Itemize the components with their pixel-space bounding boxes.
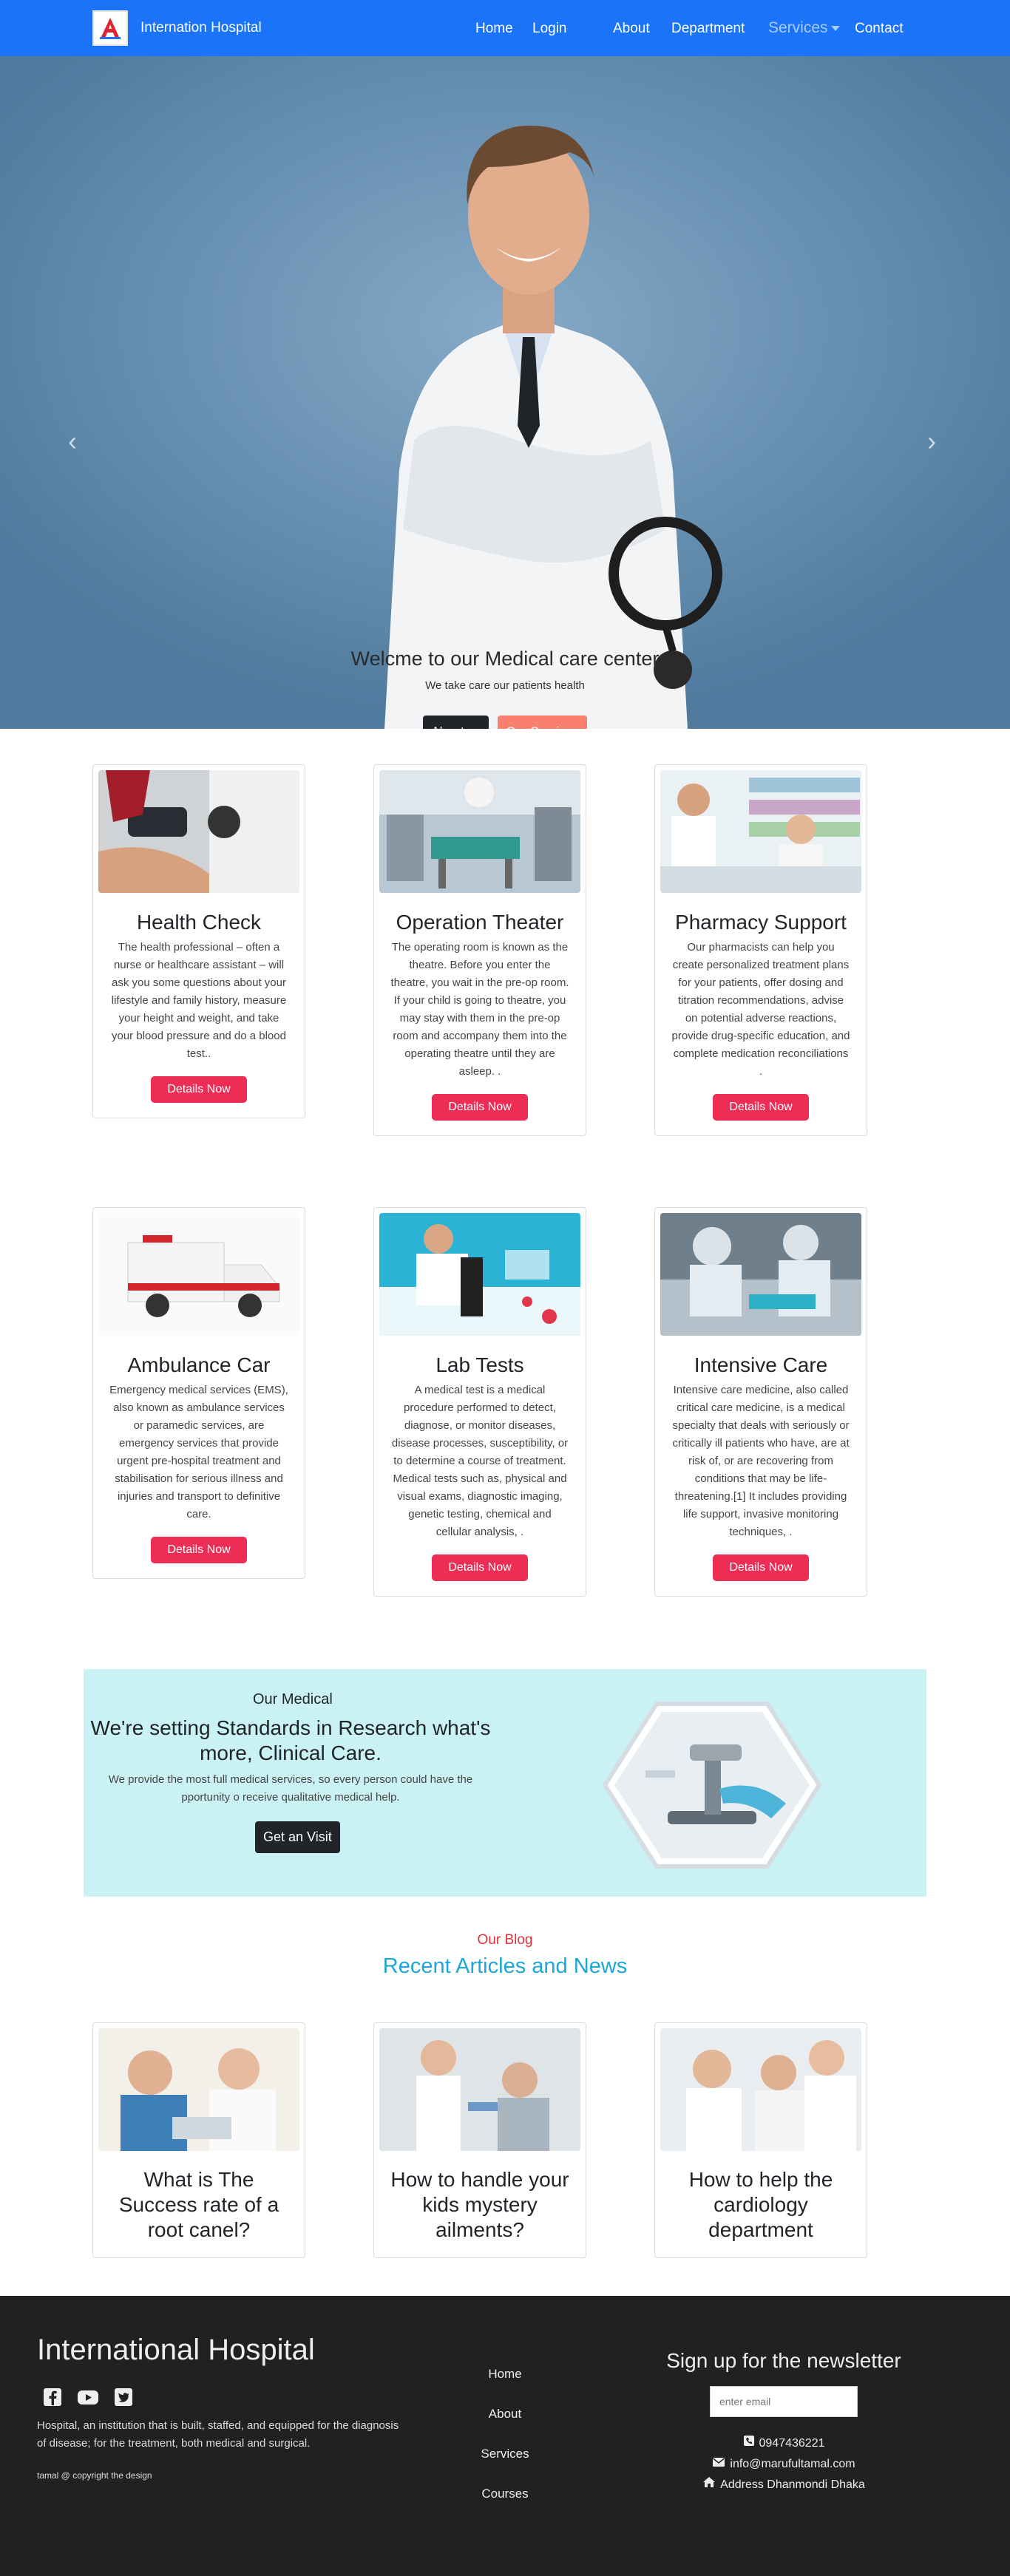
home-icon bbox=[702, 2475, 716, 2495]
health-check-image bbox=[98, 770, 299, 893]
service-title: Intensive Care bbox=[694, 1353, 828, 1376]
nav-services-dropdown[interactable]: Services bbox=[768, 19, 840, 37]
footer-copyright: tamal @ copyright the design bbox=[37, 2470, 152, 2481]
blog-image-kids bbox=[379, 2028, 580, 2151]
ambulance-image bbox=[98, 1213, 299, 1336]
blog-kicker: Our Blog bbox=[477, 1932, 533, 1948]
brand-name: Internation Hospital bbox=[140, 20, 262, 35]
research-text: We provide the most full medical service… bbox=[108, 1773, 473, 1804]
microscope-hexagon-image bbox=[602, 1702, 822, 1869]
caret-down-icon bbox=[830, 25, 840, 31]
newsletter-email-input[interactable] bbox=[710, 2386, 858, 2417]
nav-services-label: Services bbox=[768, 19, 828, 36]
details-now-button[interactable]: Details Now bbox=[432, 1554, 528, 1581]
blog-card[interactable]: What is The Success rate of a root canel… bbox=[92, 2022, 305, 2258]
our-services-button[interactable]: Our Services bbox=[498, 716, 587, 729]
envelope-icon bbox=[712, 2454, 725, 2475]
service-card-health-check: Health Check The health professional – o… bbox=[92, 764, 305, 1118]
get-visit-button[interactable]: Get an Visit bbox=[255, 1821, 340, 1853]
service-title: Lab Tests bbox=[435, 1353, 524, 1376]
hero-subtitle: We take care our patients health bbox=[425, 679, 585, 692]
research-banner: Our Medical We're setting Standards in R… bbox=[84, 1669, 926, 1897]
operation-theater-image bbox=[379, 770, 580, 893]
blog-title-text: How to help the cardiology department bbox=[688, 2168, 833, 2241]
details-now-button[interactable]: Details Now bbox=[151, 1076, 247, 1103]
contact-phone: 0947436221 bbox=[759, 2437, 825, 2450]
about-us-button[interactable]: About us bbox=[423, 716, 489, 729]
details-now-button[interactable]: Details Now bbox=[151, 1537, 247, 1563]
blog-title-text: What is The Success rate of a root canel… bbox=[118, 2168, 279, 2241]
blog-card[interactable]: How to handle your kids mystery ailments… bbox=[373, 2022, 586, 2258]
newsletter: Sign up for the newsletter 0947436221 in… bbox=[662, 2349, 906, 2495]
service-card-lab-tests: Lab Tests A medical test is a medical pr… bbox=[373, 1207, 586, 1597]
contact-address: Address Dhanmondi Dhaka bbox=[720, 2478, 865, 2491]
nav-home[interactable]: Home bbox=[475, 21, 513, 37]
blog-image-dentist bbox=[98, 2028, 299, 2151]
blog-card[interactable]: How to help the cardiology department bbox=[654, 2022, 867, 2258]
navbar: Internation Hospital Home Login About De… bbox=[0, 0, 1010, 56]
pharmacy-support-image bbox=[660, 770, 861, 893]
doctor-hero-image bbox=[0, 56, 1010, 729]
footer: International Hospital Hospital, an inst… bbox=[0, 2296, 1010, 2576]
service-title: Pharmacy Support bbox=[675, 911, 847, 934]
service-text: Emergency medical services (EMS), also k… bbox=[109, 1384, 288, 1520]
hero-carousel: ‹ › Welcme to our Medical care center We… bbox=[0, 56, 1010, 729]
brand-link[interactable]: Internation Hospital bbox=[92, 10, 262, 46]
research-title: We're setting Standards in Research what… bbox=[90, 1716, 491, 1764]
blog-image-cardiology bbox=[660, 2028, 861, 2151]
service-text: A medical test is a medical procedure pe… bbox=[391, 1384, 569, 1538]
blog-title: Recent Articles and News bbox=[382, 1954, 628, 1978]
phone-icon bbox=[743, 2433, 755, 2454]
carousel-next-icon[interactable]: › bbox=[927, 426, 936, 457]
service-title: Ambulance Car bbox=[127, 1353, 271, 1376]
hero-title: Welcme to our Medical care center bbox=[350, 648, 660, 670]
hospital-logo-icon bbox=[92, 10, 128, 46]
service-card-pharmacy-support: Pharmacy Support Our pharmacists can hel… bbox=[654, 764, 867, 1136]
blog-title-text: How to handle your kids mystery ailments… bbox=[390, 2168, 569, 2241]
service-card-operation-theater: Operation Theater The operating room is … bbox=[373, 764, 586, 1136]
service-title: Operation Theater bbox=[396, 911, 564, 934]
hero-buttons: About us Our Services bbox=[0, 716, 1010, 729]
service-card-ambulance-car: Ambulance Car Emergency medical services… bbox=[92, 1207, 305, 1579]
details-now-button[interactable]: Details Now bbox=[713, 1554, 809, 1581]
contact-email: info@marufultamal.com bbox=[730, 2458, 855, 2470]
details-now-button[interactable]: Details Now bbox=[713, 1094, 809, 1121]
footer-title: International Hospital bbox=[37, 2334, 315, 2366]
nav-contact[interactable]: Contact bbox=[855, 21, 903, 37]
nav-about[interactable]: About bbox=[613, 21, 650, 37]
newsletter-title: Sign up for the newsletter bbox=[666, 2349, 901, 2372]
service-text: Our pharmacists can help you create pers… bbox=[671, 941, 850, 1078]
service-card-intensive-care: Intensive Care Intensive care medicine, … bbox=[654, 1207, 867, 1597]
lab-tests-image bbox=[379, 1213, 580, 1336]
nav-login[interactable]: Login bbox=[532, 21, 567, 37]
details-now-button[interactable]: Details Now bbox=[432, 1094, 528, 1121]
contact-info: 0947436221 info@marufultamal.com Address… bbox=[662, 2433, 906, 2495]
carousel-prev-icon[interactable]: ‹ bbox=[68, 426, 77, 457]
research-kicker: Our Medical bbox=[253, 1691, 333, 1707]
intensive-care-image bbox=[660, 1213, 861, 1336]
service-text: Intensive care medicine, also called cri… bbox=[672, 1384, 850, 1538]
service-text: The health professional – often a nurse … bbox=[111, 941, 287, 1060]
nav-department[interactable]: Department bbox=[671, 21, 745, 37]
service-text: The operating room is known as the theat… bbox=[390, 941, 569, 1078]
service-title: Health Check bbox=[136, 911, 262, 934]
